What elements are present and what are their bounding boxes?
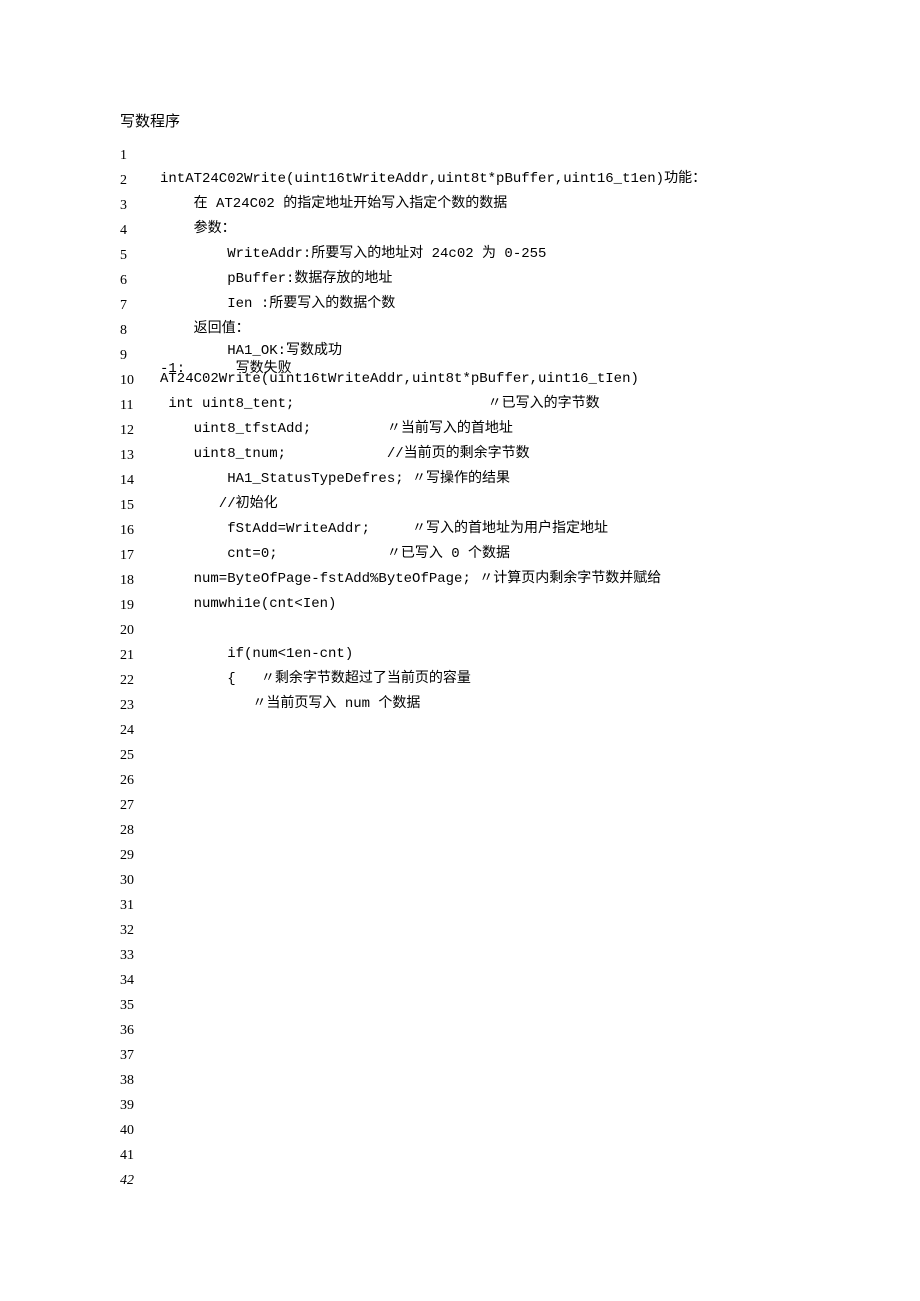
line-number: 29 — [120, 842, 160, 867]
line-number: 23 — [120, 692, 160, 717]
line-number: 13 — [120, 442, 160, 467]
line-number: 38 — [120, 1067, 160, 1092]
code-line: { 〃剩余字节数超过了当前页的容量 — [160, 667, 800, 692]
line-number: 7 — [120, 292, 160, 317]
line-number: 35 — [120, 992, 160, 1017]
code-content: intAT24C02Write(uint16tWriteAddr,uint8t*… — [160, 142, 800, 1192]
line-number: 39 — [120, 1092, 160, 1117]
line-number: 12 — [120, 417, 160, 442]
code-line: HA1_OK:写数成功-1: 写数失败 — [160, 342, 800, 367]
code-line: uint8_tfstAdd; 〃当前写入的首地址 — [160, 417, 800, 442]
line-number: 16 — [120, 517, 160, 542]
code-line: intAT24C02Write(uint16tWriteAddr,uint8t*… — [160, 167, 800, 192]
code-line: WriteAddr:所要写入的地址对 24c02 为 0-255 — [160, 242, 800, 267]
line-number: 32 — [120, 917, 160, 942]
code-block: 1234567891011121314151617181920212223242… — [120, 142, 800, 1192]
line-number: 3 — [120, 192, 160, 217]
code-line: //初始化 — [160, 492, 800, 517]
line-number: 31 — [120, 892, 160, 917]
line-number: 30 — [120, 867, 160, 892]
line-number: 5 — [120, 242, 160, 267]
code-line: numwhi1e(cnt<Ien) — [160, 592, 800, 617]
code-line: if(num<1en-cnt) — [160, 642, 800, 667]
line-number: 10 — [120, 367, 160, 392]
code-line: HA1_StatusTypeDefres; 〃写操作的结果 — [160, 467, 800, 492]
code-line: 参数： — [160, 217, 800, 242]
line-number: 33 — [120, 942, 160, 967]
line-number: 1 — [120, 142, 160, 167]
line-number: 2 — [120, 167, 160, 192]
line-number: 18 — [120, 567, 160, 592]
code-line: 返回值： — [160, 317, 800, 342]
code-line: uint8_tnum; //当前页的剩余字节数 — [160, 442, 800, 467]
line-number: 24 — [120, 717, 160, 742]
section-title: 写数程序 — [120, 110, 800, 134]
line-number: 4 — [120, 217, 160, 242]
line-number: 28 — [120, 817, 160, 842]
code-line: 〃当前页写入 num 个数据 — [160, 692, 800, 717]
line-number: 26 — [120, 767, 160, 792]
line-number: 40 — [120, 1117, 160, 1142]
line-number: 27 — [120, 792, 160, 817]
line-number-gutter: 1234567891011121314151617181920212223242… — [120, 142, 160, 1192]
line-number: 15 — [120, 492, 160, 517]
code-line: fStAdd=WriteAddr; 〃写入的首地址为用户指定地址 — [160, 517, 800, 542]
line-number: 17 — [120, 542, 160, 567]
code-line: Ien :所要写入的数据个数 — [160, 292, 800, 317]
line-number: 37 — [120, 1042, 160, 1067]
line-number: 34 — [120, 967, 160, 992]
code-line: AT24C02Write(uint16tWriteAddr,uint8t*pBu… — [160, 367, 800, 392]
line-number: 20 — [120, 617, 160, 642]
code-line — [160, 142, 800, 167]
line-number: 36 — [120, 1017, 160, 1042]
line-number: 8 — [120, 317, 160, 342]
line-number: 25 — [120, 742, 160, 767]
line-number: 14 — [120, 467, 160, 492]
line-number: 6 — [120, 267, 160, 292]
document-page: 写数程序 12345678910111213141516171819202122… — [0, 0, 920, 1232]
code-line — [160, 617, 800, 642]
line-number: 11 — [120, 392, 160, 417]
line-number: 42 — [120, 1167, 160, 1192]
code-line: int uint8_tent; 〃已写入的字节数 — [160, 392, 800, 417]
line-number: 41 — [120, 1142, 160, 1167]
code-line: pBuffer:数据存放的地址 — [160, 267, 800, 292]
line-number: 19 — [120, 592, 160, 617]
code-line: 在 AT24C02 的指定地址开始写入指定个数的数据 — [160, 192, 800, 217]
line-number: 21 — [120, 642, 160, 667]
code-line: num=ByteOfPage-fstAdd%ByteOfPage; 〃计算页内剩… — [160, 567, 800, 592]
line-number: 9 — [120, 342, 160, 367]
code-line: cnt=0; 〃已写入 0 个数据 — [160, 542, 800, 567]
line-number: 22 — [120, 667, 160, 692]
